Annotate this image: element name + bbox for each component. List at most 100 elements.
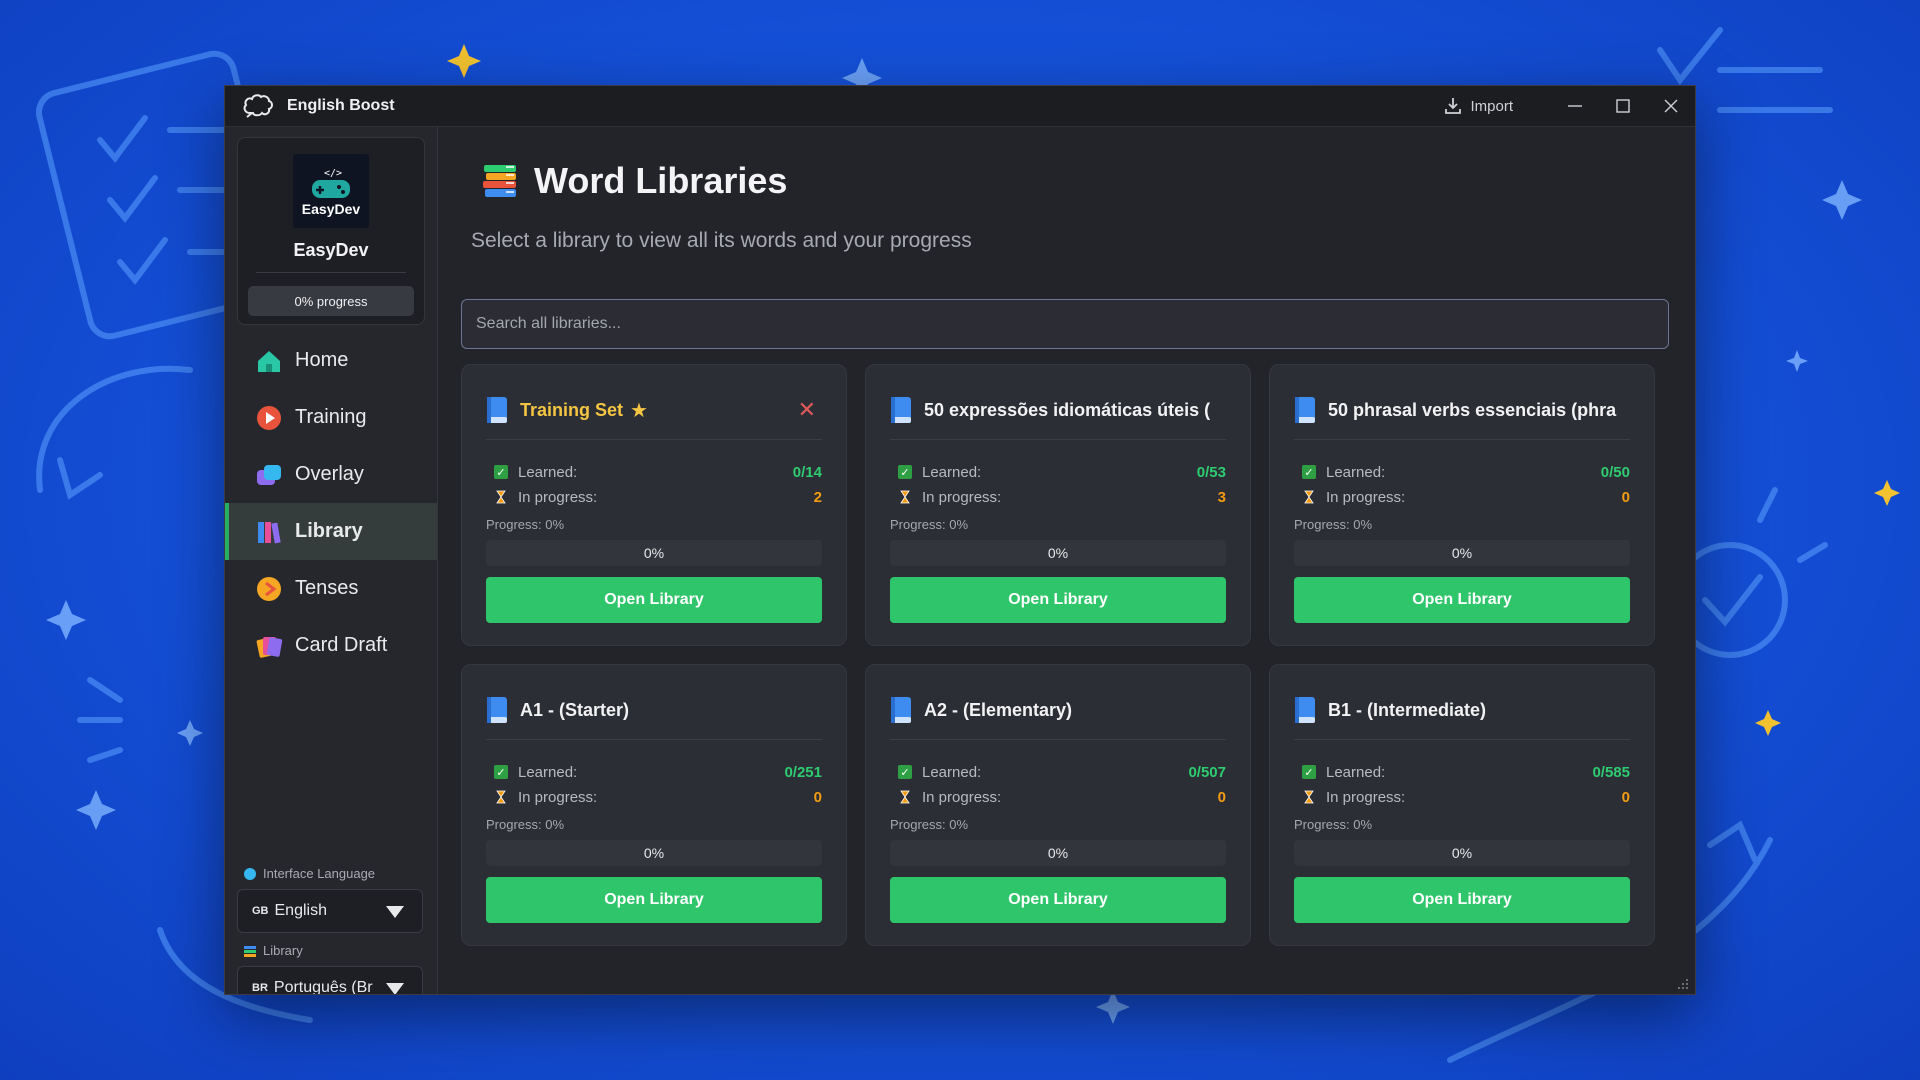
learned-label: Learned: (1326, 463, 1386, 481)
learned-row: ✓ Learned: 0/585 (1302, 762, 1630, 782)
sidebar-item-label: Overlay (295, 463, 364, 485)
open-library-button[interactable]: Open Library (486, 877, 822, 923)
interface-language-select[interactable]: GB English (237, 889, 423, 933)
minimize-icon (1568, 105, 1582, 107)
learned-row: ✓ Learned: 0/50 (1302, 462, 1630, 482)
svg-text:</>: </> (324, 168, 342, 179)
avatar[interactable]: </> EasyDev (293, 154, 369, 228)
card-title[interactable]: A2 - (Elementary) (924, 700, 1226, 721)
card-divider (890, 739, 1226, 740)
in-progress-label: In progress: (1326, 488, 1406, 506)
brain-logo-icon (243, 94, 273, 118)
card-title[interactable]: B1 - (Intermediate) (1328, 700, 1630, 721)
in-progress-value: 0 (813, 788, 822, 806)
open-library-button[interactable]: Open Library (1294, 577, 1630, 623)
in-progress-row: In progress: 2 (494, 487, 822, 507)
learned-row: ✓ Learned: 0/251 (494, 762, 822, 782)
card-title[interactable]: Training Set (520, 400, 623, 421)
hourglass-icon (1302, 490, 1316, 504)
flag-br-icon: BR (252, 982, 268, 994)
progress-bar: 0% (1294, 540, 1630, 566)
hourglass-icon (898, 490, 912, 504)
in-progress-label: In progress: (1326, 788, 1406, 806)
sidebar-item-label: Tenses (295, 577, 359, 599)
in-progress-label: In progress: (922, 788, 1002, 806)
import-button[interactable]: Import (1443, 96, 1513, 116)
library-card: Training Set ★ ✕ ✓ Learned: 0/14 In prog… (461, 364, 847, 646)
download-icon (1445, 98, 1462, 114)
checkbox-icon: ✓ (1302, 765, 1316, 779)
card-draft-icon (256, 636, 283, 658)
in-progress-label: In progress: (518, 788, 598, 806)
learned-value: 0/585 (1592, 763, 1630, 781)
avatar-text: EasyDev (301, 200, 361, 217)
library-icon (258, 521, 281, 543)
sidebar-item-label: Library (295, 520, 363, 542)
book-icon (891, 697, 911, 723)
card-title[interactable]: 50 expressões idiomáticas úteis ( (924, 400, 1226, 421)
progress-bar: 0% (486, 540, 822, 566)
maximize-icon (1616, 99, 1630, 113)
card-header: Training Set ★ ✕ (486, 393, 822, 427)
open-library-button[interactable]: Open Library (486, 577, 822, 623)
learned-label: Learned: (922, 463, 982, 481)
learned-value: 0/14 (792, 463, 822, 481)
learned-row: ✓ Learned: 0/507 (898, 762, 1226, 782)
resize-grip-icon[interactable] (1677, 978, 1689, 990)
library-card: A2 - (Elementary) ✓ Learned: 0/507 In pr… (865, 664, 1251, 946)
library-language-select[interactable]: BR Português (Br (237, 966, 423, 994)
in-progress-row: In progress: 0 (494, 787, 822, 807)
in-progress-row: In progress: 0 (898, 787, 1226, 807)
sidebar-item-library[interactable]: Library (225, 503, 437, 560)
in-progress-row: In progress: 0 (1302, 487, 1630, 507)
sidebar-item-training[interactable]: Training (225, 389, 437, 446)
gamepad-icon: </> (312, 168, 350, 198)
library-card: A1 - (Starter) ✓ Learned: 0/251 In progr… (461, 664, 847, 946)
open-library-button[interactable]: Open Library (890, 577, 1226, 623)
learned-label: Learned: (518, 463, 578, 481)
star-icon: ★ (630, 399, 648, 422)
open-library-button[interactable]: Open Library (890, 877, 1226, 923)
progress-label: Progress: 0% (486, 817, 565, 832)
remove-library-button[interactable]: ✕ (798, 397, 816, 423)
card-divider (890, 439, 1226, 440)
home-icon (258, 350, 280, 372)
checkbox-icon: ✓ (494, 765, 508, 779)
hourglass-icon (494, 490, 508, 504)
sidebar-item-home[interactable]: Home (225, 332, 437, 389)
main-content: Word Libraries Select a library to view … (438, 127, 1695, 994)
open-library-button[interactable]: Open Library (1294, 877, 1630, 923)
in-progress-value: 3 (1217, 488, 1226, 506)
profile-name: EasyDev (293, 240, 369, 260)
sidebar-item-card-draft[interactable]: Card Draft (225, 617, 437, 674)
books-icon (244, 945, 256, 957)
in-progress-value: 0 (1217, 788, 1226, 806)
import-label: Import (1470, 97, 1513, 115)
checkbox-icon: ✓ (898, 765, 912, 779)
progress-label: Progress: 0% (486, 517, 565, 532)
chevron-down-icon (386, 983, 404, 994)
progress-bar: 0% (1294, 840, 1630, 866)
app-window: English Boost Import </> EasyDev EasyDev… (224, 85, 1696, 995)
card-divider (1294, 739, 1630, 740)
library-card: 50 phrasal verbs essenciais (phra ✓ Lear… (1269, 364, 1655, 646)
chevron-down-icon (386, 906, 404, 918)
hourglass-icon (898, 790, 912, 804)
card-header: 50 expressões idiomáticas úteis ( (890, 393, 1226, 427)
card-header: A2 - (Elementary) (890, 693, 1226, 727)
progress-label: Progress: 0% (890, 517, 969, 532)
maximize-button[interactable] (1599, 86, 1647, 126)
progress-label: Progress: 0% (890, 817, 969, 832)
sidebar-item-overlay[interactable]: Overlay (225, 446, 437, 503)
hourglass-icon (1302, 790, 1316, 804)
card-title[interactable]: 50 phrasal verbs essenciais (phra (1328, 400, 1630, 421)
progress-label: Progress: 0% (1294, 517, 1373, 532)
minimize-button[interactable] (1551, 86, 1599, 126)
search-input[interactable] (461, 299, 1669, 349)
hourglass-icon (494, 790, 508, 804)
card-title[interactable]: A1 - (Starter) (520, 700, 822, 721)
learned-value: 0/507 (1188, 763, 1226, 781)
sidebar-item-tenses[interactable]: Tenses (225, 560, 437, 617)
progress-bar: 0% (486, 840, 822, 866)
close-window-button[interactable] (1647, 86, 1695, 126)
